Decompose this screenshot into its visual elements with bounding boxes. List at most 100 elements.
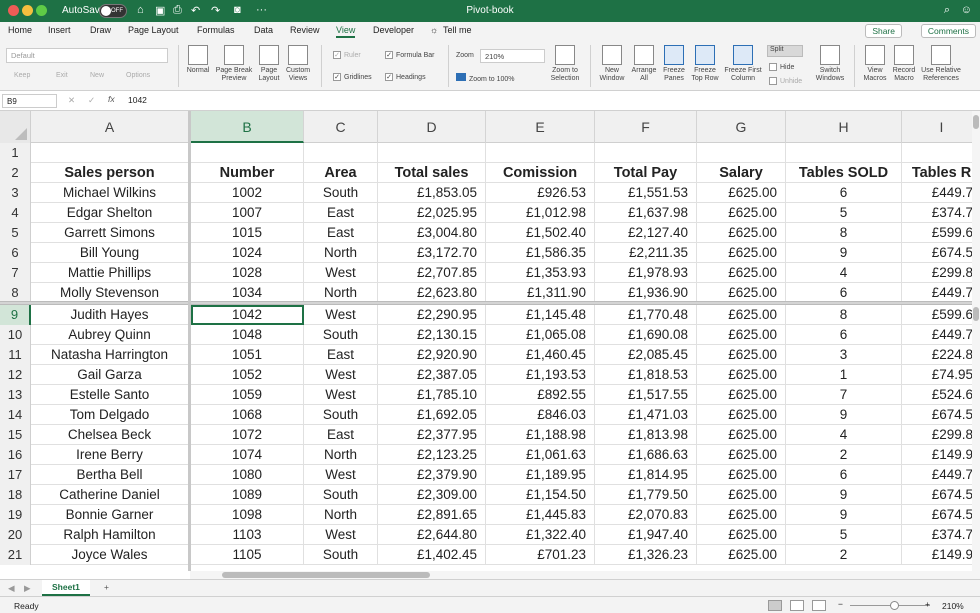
cell-g11[interactable]: £625.00 xyxy=(697,345,786,365)
cell-e5[interactable]: £1,502.40 xyxy=(486,223,595,243)
cell-a1[interactable] xyxy=(31,143,189,163)
cell-a6[interactable]: Bill Young xyxy=(31,243,189,263)
cell-f14[interactable]: £1,471.03 xyxy=(595,405,697,425)
formula-bar-checkbox[interactable]: ✓ Formula Bar xyxy=(385,51,435,59)
cell-b7[interactable]: 1028 xyxy=(191,263,304,283)
cell-g9[interactable]: £625.00 xyxy=(697,305,786,325)
cell-d16[interactable]: £2,123.25 xyxy=(378,445,486,465)
horizontal-scrollbar[interactable] xyxy=(190,571,980,579)
cell-b17[interactable]: 1080 xyxy=(191,465,304,485)
cell-f8[interactable]: £1,936.90 xyxy=(595,283,697,303)
sheet-view-select[interactable]: Default xyxy=(6,48,168,63)
vertical-scroll-thumb-top[interactable] xyxy=(973,115,979,129)
cell-e20[interactable]: £1,322.40 xyxy=(486,525,595,545)
zoom-100-button[interactable]: Zoom to 100% xyxy=(456,73,515,83)
cell-d7[interactable]: £2,707.85 xyxy=(378,263,486,283)
cell-e3[interactable]: £926.53 xyxy=(486,183,595,203)
tab-data[interactable]: Data xyxy=(254,25,273,35)
cell-a10[interactable]: Aubrey Quinn xyxy=(31,325,189,345)
cell-c18[interactable]: South xyxy=(304,485,378,505)
row-header[interactable]: 9 xyxy=(0,305,31,325)
column-header-i[interactable]: I xyxy=(902,111,972,143)
row-header[interactable]: 12 xyxy=(0,365,31,385)
cell-i11[interactable]: £224.8 xyxy=(902,345,972,365)
freeze-first-column-button[interactable]: Freeze First Column xyxy=(721,45,765,83)
cell-d6[interactable]: £3,172.70 xyxy=(378,243,486,263)
vertical-scrollbar[interactable] xyxy=(972,111,980,571)
cell-c4[interactable]: East xyxy=(304,203,378,223)
row-header[interactable]: 6 xyxy=(0,243,31,263)
cell-h8[interactable]: 6 xyxy=(786,283,902,303)
cell-c16[interactable]: North xyxy=(304,445,378,465)
cell-f1[interactable] xyxy=(595,143,697,163)
options-button[interactable]: Options xyxy=(126,72,150,79)
horizontal-scroll-thumb[interactable] xyxy=(222,572,430,578)
cell-h9[interactable]: 8 xyxy=(786,305,902,325)
cell-c1[interactable] xyxy=(304,143,378,163)
cell-a21[interactable]: Joyce Wales xyxy=(31,545,189,565)
page-layout-status-button[interactable] xyxy=(790,600,804,611)
arrange-all-button[interactable]: Arrange All xyxy=(629,45,659,83)
spreadsheet-grid[interactable]: ABCDEFGHI 1 2 Sales person Number Area Total … xyxy=(0,111,972,571)
row-header[interactable]: 4 xyxy=(0,203,31,223)
cell-g7[interactable]: £625.00 xyxy=(697,263,786,283)
row-header[interactable]: 13 xyxy=(0,385,31,405)
cell-d20[interactable]: £2,644.80 xyxy=(378,525,486,545)
cell-a11[interactable]: Natasha Harrington xyxy=(31,345,189,365)
cell-e16[interactable]: £1,061.63 xyxy=(486,445,595,465)
row-header[interactable]: 15 xyxy=(0,425,31,445)
cell-e9[interactable]: £1,145.48 xyxy=(486,305,595,325)
hide-button[interactable]: Hide xyxy=(769,63,794,71)
cell-c14[interactable]: South xyxy=(304,405,378,425)
cell-f6[interactable]: £2,211.35 xyxy=(595,243,697,263)
cell-e6[interactable]: £1,586.35 xyxy=(486,243,595,263)
cell-c5[interactable]: East xyxy=(304,223,378,243)
cell-d3[interactable]: £1,853.05 xyxy=(378,183,486,203)
row-header[interactable]: 18 xyxy=(0,485,31,505)
share-button[interactable]: Share xyxy=(865,24,902,38)
unhide-button[interactable]: Unhide xyxy=(769,77,802,85)
page-break-status-button[interactable] xyxy=(812,600,826,611)
cell-f5[interactable]: £2,127.40 xyxy=(595,223,697,243)
cell-d8[interactable]: £2,623.80 xyxy=(378,283,486,303)
tab-draw[interactable]: Draw xyxy=(90,25,111,35)
tab-page-layout[interactable]: Page Layout xyxy=(128,25,179,35)
cell-c2[interactable]: Area xyxy=(304,163,378,183)
cell-h3[interactable]: 6 xyxy=(786,183,902,203)
cell-c6[interactable]: North xyxy=(304,243,378,263)
cell-h1[interactable] xyxy=(786,143,902,163)
cell-h12[interactable]: 1 xyxy=(786,365,902,385)
comments-button[interactable]: Comments xyxy=(920,24,976,38)
tab-developer[interactable]: Developer xyxy=(373,25,414,35)
cell-g15[interactable]: £625.00 xyxy=(697,425,786,445)
cell-f3[interactable]: £1,551.53 xyxy=(595,183,697,203)
cell-i7[interactable]: £299.8 xyxy=(902,263,972,283)
row-header[interactable]: 14 xyxy=(0,405,31,425)
column-header-f[interactable]: F xyxy=(595,111,697,143)
cell-c17[interactable]: West xyxy=(304,465,378,485)
cell-f17[interactable]: £1,814.95 xyxy=(595,465,697,485)
cell-g20[interactable]: £625.00 xyxy=(697,525,786,545)
new-window-button[interactable]: New Window xyxy=(596,45,628,83)
cell-i16[interactable]: £149.9 xyxy=(902,445,972,465)
cell-g2[interactable]: Salary xyxy=(697,163,786,183)
cell-f18[interactable]: £1,779.50 xyxy=(595,485,697,505)
cell-i13[interactable]: £524.6 xyxy=(902,385,972,405)
cell-h11[interactable]: 3 xyxy=(786,345,902,365)
record-macro-button[interactable]: Record Macro xyxy=(889,45,919,83)
cell-h20[interactable]: 5 xyxy=(786,525,902,545)
cell-h5[interactable]: 8 xyxy=(786,223,902,243)
view-macros-button[interactable]: View Macros xyxy=(859,45,891,83)
cell-g8[interactable]: £625.00 xyxy=(697,283,786,303)
tab-insert[interactable]: Insert xyxy=(48,25,71,35)
cell-b11[interactable]: 1051 xyxy=(191,345,304,365)
cell-b4[interactable]: 1007 xyxy=(191,203,304,223)
cell-a19[interactable]: Bonnie Garner xyxy=(31,505,189,525)
cell-g21[interactable]: £625.00 xyxy=(697,545,786,565)
cell-i5[interactable]: £599.6 xyxy=(902,223,972,243)
function-icon[interactable]: fx xyxy=(108,94,115,104)
cell-i20[interactable]: £374.7 xyxy=(902,525,972,545)
cell-b8[interactable]: 1034 xyxy=(191,283,304,303)
column-header-d[interactable]: D xyxy=(378,111,486,143)
cell-g13[interactable]: £625.00 xyxy=(697,385,786,405)
